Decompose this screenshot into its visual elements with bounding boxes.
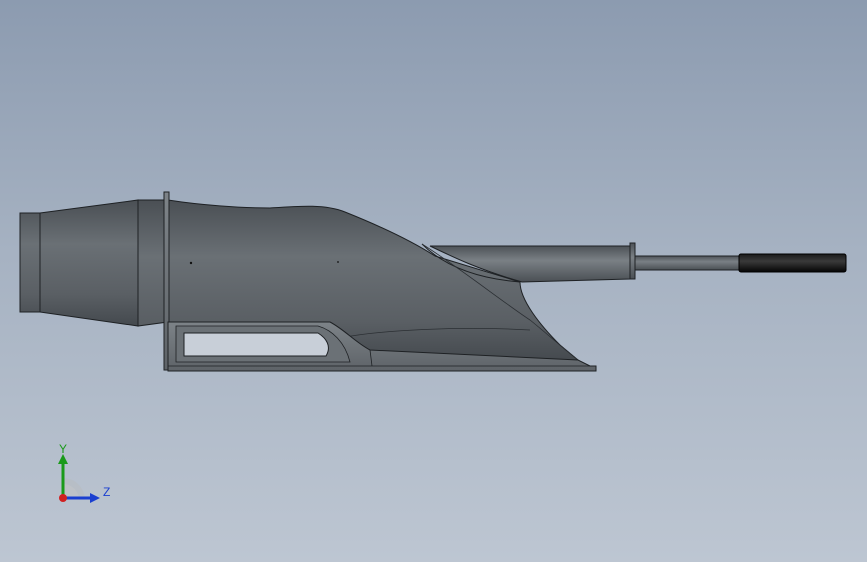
graphics-viewport[interactable]: Y Z bbox=[0, 0, 867, 562]
axis-y-label: Y bbox=[59, 442, 68, 456]
black-handle[interactable] bbox=[738, 253, 847, 273]
inlet-nozzle[interactable] bbox=[19, 199, 139, 327]
z-axis-arrow-icon bbox=[90, 493, 100, 503]
cad-model[interactable] bbox=[0, 0, 867, 562]
view-orientation-triad: Y Z bbox=[50, 440, 120, 510]
axis-z-label: Z bbox=[103, 485, 111, 499]
plunger-rod[interactable] bbox=[634, 255, 740, 271]
x-axis-dot-icon bbox=[59, 494, 67, 502]
